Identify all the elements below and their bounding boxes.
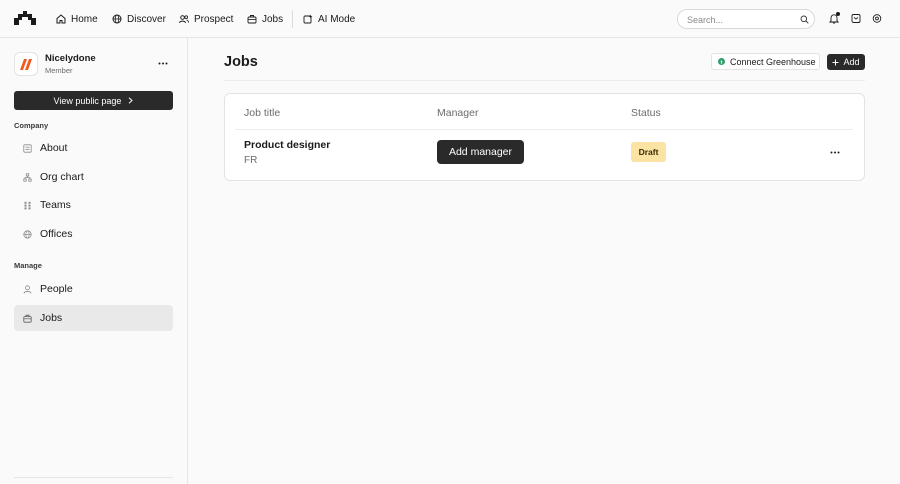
home-icon: [56, 14, 66, 24]
sidebar-item-people-label: People: [40, 283, 73, 295]
more-horizontal-icon: [158, 62, 168, 64]
status-badge: Draft: [631, 142, 666, 162]
page-title: Jobs: [224, 54, 258, 70]
nav-jobs[interactable]: Jobs: [247, 12, 283, 26]
sparkle-icon: [303, 14, 313, 24]
about-icon: [23, 143, 32, 153]
plus-icon: [832, 59, 839, 65]
more-horizontal-icon: [830, 151, 840, 153]
nav-jobs-label: Jobs: [262, 13, 284, 25]
sidebar-item-teams[interactable]: Teams: [14, 192, 173, 218]
globe-icon: [23, 229, 32, 239]
sidebar-item-offices-label: Offices: [40, 228, 73, 240]
connect-greenhouse-label: Connect Greenhouse: [730, 56, 816, 67]
sidebar-item-jobs[interactable]: Jobs: [14, 305, 173, 331]
nav-home[interactable]: Home: [56, 12, 98, 26]
nav-ai-mode[interactable]: AI Mode: [303, 12, 355, 26]
search-input[interactable]: [687, 13, 792, 26]
briefcase-icon: [23, 314, 32, 323]
search-icon[interactable]: [800, 15, 809, 24]
job-title[interactable]: Product designer: [244, 139, 330, 151]
column-header-status[interactable]: Status: [631, 107, 661, 119]
notification-dot: [836, 12, 840, 16]
sidebar-item-teams-label: Teams: [40, 199, 71, 211]
connect-greenhouse-button[interactable]: Connect Greenhouse: [711, 53, 820, 70]
brand-logo-icon[interactable]: [14, 11, 36, 26]
nav-home-label: Home: [71, 13, 98, 25]
sidebar-bottom-divider: [14, 477, 173, 478]
add-job-button[interactable]: Add: [827, 54, 865, 70]
greenhouse-icon: [718, 58, 725, 65]
chevron-right-icon: [129, 97, 134, 104]
add-job-label: Add: [843, 57, 860, 67]
sidebar-item-about-label: About: [40, 142, 68, 154]
sidebar: Nicelydone Member View public page Compa…: [0, 38, 188, 484]
nav-discover[interactable]: Discover: [112, 12, 166, 26]
org-avatar: [14, 52, 38, 76]
main-content: Jobs Connect Greenhouse Add Job title Ma…: [189, 38, 900, 484]
sidebar-item-org-chart-label: Org chart: [40, 171, 84, 183]
org-chart-icon: [23, 172, 32, 182]
view-public-page-label: View public page: [53, 95, 122, 106]
nicelydone-logo-icon: [20, 59, 32, 70]
sidebar-item-about[interactable]: About: [14, 135, 173, 161]
settings-icon[interactable]: [872, 13, 882, 24]
messages-icon[interactable]: [851, 13, 861, 24]
search-box: [677, 9, 815, 29]
org-role: Member: [45, 66, 73, 75]
globe-icon: [112, 14, 122, 24]
person-icon: [23, 284, 32, 294]
nav-divider: [292, 10, 293, 28]
jobs-table: Job title Manager Status Product designe…: [224, 93, 865, 181]
nav-discover-label: Discover: [127, 13, 166, 25]
column-header-manager[interactable]: Manager: [437, 107, 478, 119]
nav-prospect[interactable]: Prospect: [179, 12, 233, 26]
org-name: Nicelydone: [45, 53, 96, 64]
sidebar-item-jobs-label: Jobs: [40, 312, 63, 324]
org-more-button[interactable]: [157, 57, 169, 69]
section-label-manage: Manage: [14, 261, 42, 270]
section-label-company: Company: [14, 121, 49, 130]
add-manager-button[interactable]: Add manager: [437, 140, 524, 164]
column-header-job-title[interactable]: Job title: [244, 107, 280, 119]
sidebar-item-people[interactable]: People: [14, 276, 173, 302]
teams-icon: [24, 201, 31, 209]
nav-prospect-label: Prospect: [194, 13, 234, 25]
users-icon: [179, 15, 189, 24]
top-bar: Home Discover Prospect Jobs AI Mode: [0, 0, 900, 38]
title-divider: [224, 80, 865, 81]
sidebar-item-offices[interactable]: Offices: [14, 221, 173, 247]
sidebar-item-org-chart[interactable]: Org chart: [14, 164, 173, 190]
view-public-page-button[interactable]: View public page: [14, 91, 173, 110]
header-divider: [235, 129, 853, 130]
briefcase-icon: [247, 15, 257, 24]
job-location: FR: [244, 155, 258, 166]
nav-ai-mode-label: AI Mode: [318, 13, 356, 25]
row-more-button[interactable]: [828, 145, 842, 159]
